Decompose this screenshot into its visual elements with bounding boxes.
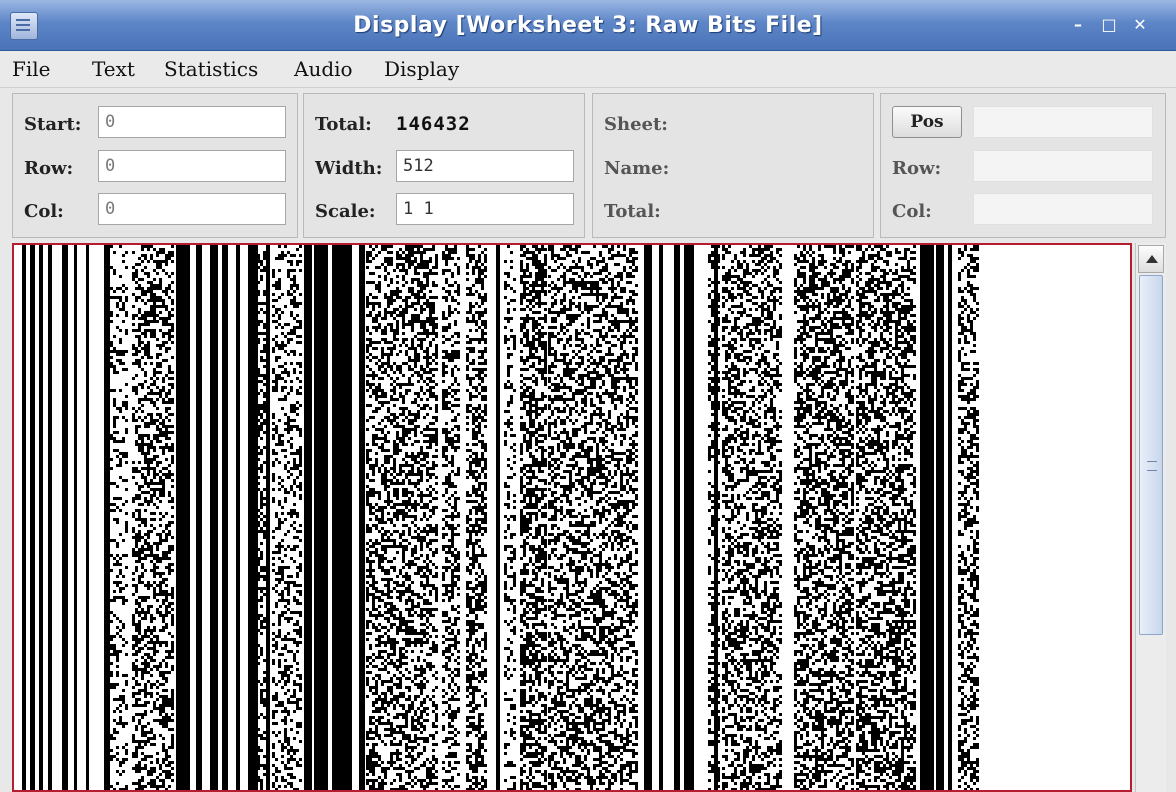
- pos-col-label: Col:: [892, 201, 932, 222]
- scale-field[interactable]: 1 1: [396, 193, 574, 225]
- pos-row-field: [973, 150, 1153, 182]
- display-window: Display [Worksheet 3: Raw Bits File] – □…: [0, 0, 1176, 792]
- title-bar[interactable]: Display [Worksheet 3: Raw Bits File] – □…: [0, 0, 1176, 51]
- pos-row-label: Row:: [892, 158, 942, 179]
- grip-icon: [1147, 461, 1157, 471]
- menu-display[interactable]: Display: [384, 57, 459, 81]
- menu-bar: File Text Statistics Audio Display: [0, 51, 1176, 88]
- menu-file[interactable]: File: [12, 57, 51, 81]
- size-panel: Total: 146432 Width: 512 Scale: 1 1: [303, 93, 585, 238]
- pos-button[interactable]: Pos: [892, 106, 962, 138]
- vertical-scrollbar[interactable]: [1135, 243, 1166, 792]
- pos-col-field: [973, 193, 1153, 225]
- window-title: Display [Worksheet 3: Raw Bits File]: [353, 13, 823, 38]
- pos-field: [973, 106, 1153, 138]
- menu-audio[interactable]: Audio: [294, 57, 353, 81]
- col-label: Col:: [24, 201, 64, 222]
- sheet-panel: Sheet: Name: Total:: [592, 93, 874, 238]
- width-field[interactable]: 512: [396, 150, 574, 182]
- start-label: Start:: [24, 114, 82, 135]
- minimize-icon[interactable]: –: [1068, 16, 1088, 34]
- sheet-total-label: Total:: [604, 201, 661, 222]
- name-label: Name:: [604, 158, 670, 179]
- pos-panel: Pos Row: Col:: [880, 93, 1166, 238]
- position-panel: Start: 0 Row: 0 Col: 0: [12, 93, 298, 238]
- scale-label: Scale:: [315, 201, 376, 222]
- scroll-thumb[interactable]: [1139, 275, 1163, 635]
- scroll-up-icon[interactable]: [1138, 245, 1164, 273]
- menu-statistics[interactable]: Statistics: [164, 57, 258, 81]
- row-label: Row:: [24, 158, 74, 179]
- menu-text[interactable]: Text: [92, 57, 135, 81]
- sheet-label: Sheet:: [604, 114, 668, 135]
- total-value: 146432: [396, 113, 471, 135]
- col-field[interactable]: 0: [98, 193, 286, 225]
- start-field[interactable]: 0: [98, 106, 286, 138]
- bit-display[interactable]: [12, 243, 1132, 792]
- bit-pattern: [22, 245, 979, 790]
- maximize-icon[interactable]: □: [1099, 16, 1119, 34]
- row-field[interactable]: 0: [98, 150, 286, 182]
- width-label: Width:: [315, 158, 383, 179]
- total-label: Total:: [315, 114, 372, 135]
- close-icon[interactable]: ✕: [1130, 16, 1150, 34]
